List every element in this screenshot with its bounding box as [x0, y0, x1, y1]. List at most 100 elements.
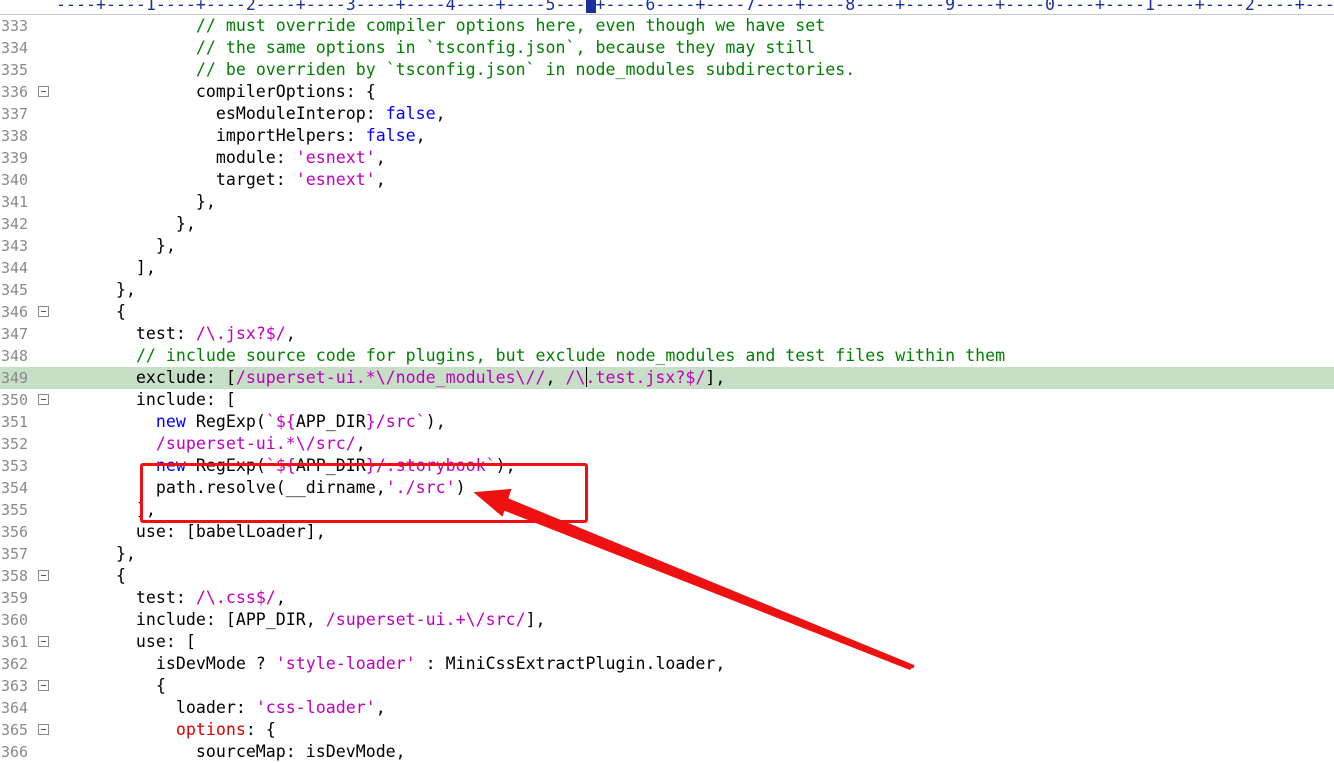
code-text[interactable]: /superset-ui.*\/src/,: [56, 433, 366, 455]
code-text[interactable]: ],: [56, 257, 156, 279]
code-line[interactable]: 346 {: [0, 301, 1334, 323]
code-text[interactable]: use: [: [56, 631, 196, 653]
token-plain: {: [56, 302, 126, 321]
code-line[interactable]: 343 },: [0, 235, 1334, 257]
code-text[interactable]: sourceMap: isDevMode,: [56, 741, 406, 763]
code-line[interactable]: 349 exclude: [/superset-ui.*\/node_modul…: [0, 367, 1334, 389]
token-plain: ,: [545, 368, 566, 387]
token-string: .test.jsx?$/: [585, 368, 706, 387]
fold-toggle-icon[interactable]: [38, 394, 49, 405]
fold-toggle-icon[interactable]: [38, 724, 49, 735]
code-line[interactable]: 365 options: {: [0, 719, 1334, 741]
code-line[interactable]: 337 esModuleInterop: false,: [0, 103, 1334, 125]
code-text[interactable]: exclude: [/superset-ui.*\/node_modules\/…: [56, 367, 725, 389]
code-line[interactable]: 347 test: /\.jsx?$/,: [0, 323, 1334, 345]
line-number: 362: [1, 655, 29, 673]
code-line[interactable]: 335 // be overriden by `tsconfig.json` i…: [0, 59, 1334, 81]
line-number: 343: [1, 237, 29, 255]
code-text[interactable]: },: [56, 279, 136, 301]
fold-toggle-icon[interactable]: [38, 680, 49, 691]
code-text[interactable]: },: [56, 235, 176, 257]
code-text[interactable]: },: [56, 213, 196, 235]
ruler-marks: ----+----1----+----2----+----3----+----4…: [56, 0, 1334, 14]
code-text[interactable]: module: 'esnext',: [56, 147, 386, 169]
code-text[interactable]: },: [56, 191, 216, 213]
fold-toggle-icon[interactable]: [38, 636, 49, 647]
fold-toggle-icon[interactable]: [38, 570, 49, 581]
code-text[interactable]: isDevMode ? 'style-loader' : MiniCssExtr…: [56, 653, 725, 675]
token-string: /superset-ui.+\/src/: [325, 610, 526, 629]
code-line[interactable]: 342 },: [0, 213, 1334, 235]
code-text[interactable]: {: [56, 675, 166, 697]
code-line[interactable]: 341 },: [0, 191, 1334, 213]
code-text[interactable]: },: [56, 543, 136, 565]
fold-toggle-icon[interactable]: [38, 86, 49, 97]
code-text[interactable]: // must override compiler options here, …: [56, 15, 825, 37]
code-line[interactable]: 336 compilerOptions: {: [0, 81, 1334, 103]
code-line[interactable]: 334 // the same options in `tsconfig.jso…: [0, 37, 1334, 59]
line-number: 349: [1, 369, 29, 387]
code-text[interactable]: options: {: [56, 719, 276, 741]
token-plain: exclude: [: [56, 368, 236, 387]
code-text[interactable]: test: /\.css$/,: [56, 587, 286, 609]
token-plain: : MiniCssExtractPlugin.loader,: [415, 654, 726, 673]
code-text[interactable]: compilerOptions: {: [56, 81, 376, 103]
code-line[interactable]: 361 use: [: [0, 631, 1334, 653]
code-line[interactable]: 358 {: [0, 565, 1334, 587]
code-line[interactable]: 360 include: [APP_DIR, /superset-ui.+\/s…: [0, 609, 1334, 631]
code-text[interactable]: use: [babelLoader],: [56, 521, 326, 543]
code-text[interactable]: test: /\.jsx?$/,: [56, 323, 296, 345]
token-plain: },: [56, 544, 136, 563]
token-plain: sourceMap: isDevMode,: [56, 742, 406, 761]
token-string: 'esnext': [295, 170, 376, 189]
token-plain: target:: [56, 170, 296, 189]
code-line[interactable]: 359 test: /\.css$/,: [0, 587, 1334, 609]
token-string: 'style-loader': [275, 654, 416, 673]
code-text[interactable]: include: [APP_DIR, /superset-ui.+\/src/]…: [56, 609, 546, 631]
code-line[interactable]: 339 module: 'esnext',: [0, 147, 1334, 169]
code-line[interactable]: 340 target: 'esnext',: [0, 169, 1334, 191]
token-string: 'esnext': [295, 148, 376, 167]
token-plain: ,: [275, 588, 286, 607]
token-keyword: false: [365, 126, 416, 145]
line-number: 365: [1, 721, 29, 739]
code-text[interactable]: esModuleInterop: false,: [56, 103, 446, 125]
code-line[interactable]: 352 /superset-ui.*\/src/,: [0, 433, 1334, 455]
token-plain: use: [: [56, 632, 196, 651]
line-number: 357: [1, 545, 29, 563]
code-text[interactable]: new RegExp(`${APP_DIR}/src`),: [56, 411, 446, 433]
code-text[interactable]: target: 'esnext',: [56, 169, 386, 191]
token-prop-red: options: [175, 720, 246, 739]
line-number: 360: [1, 611, 29, 629]
code-editor[interactable]: 333 // must override compiler options he…: [0, 15, 1334, 761]
fold-toggle-icon[interactable]: [38, 306, 49, 317]
token-plain: isDevMode ?: [56, 654, 276, 673]
code-line[interactable]: 345 },: [0, 279, 1334, 301]
code-text[interactable]: // be overriden by `tsconfig.json` in no…: [56, 59, 855, 81]
code-line[interactable]: 350 include: [: [0, 389, 1334, 411]
code-line[interactable]: 356 use: [babelLoader],: [0, 521, 1334, 543]
code-text[interactable]: {: [56, 301, 126, 323]
code-line[interactable]: 338 importHelpers: false,: [0, 125, 1334, 147]
code-text[interactable]: // include source code for plugins, but …: [56, 345, 1005, 367]
code-line[interactable]: 363 {: [0, 675, 1334, 697]
code-text[interactable]: loader: 'css-loader',: [56, 697, 386, 719]
code-text[interactable]: importHelpers: false,: [56, 125, 426, 147]
line-number: 358: [1, 567, 29, 585]
code-line[interactable]: 351 new RegExp(`${APP_DIR}/src`),: [0, 411, 1334, 433]
line-number: 336: [1, 83, 29, 101]
code-text[interactable]: // the same options in `tsconfig.json`, …: [56, 37, 815, 59]
code-line[interactable]: 364 loader: 'css-loader',: [0, 697, 1334, 719]
code-line[interactable]: 366 sourceMap: isDevMode,: [0, 741, 1334, 763]
code-text[interactable]: include: [: [56, 389, 236, 411]
code-line[interactable]: 333 // must override compiler options he…: [0, 15, 1334, 37]
code-text[interactable]: {: [56, 565, 126, 587]
token-plain: ),: [425, 412, 446, 431]
code-line[interactable]: 348 // include source code for plugins, …: [0, 345, 1334, 367]
line-number: 341: [1, 193, 29, 211]
code-line[interactable]: 344 ],: [0, 257, 1334, 279]
code-line[interactable]: 362 isDevMode ? 'style-loader' : MiniCss…: [0, 653, 1334, 675]
code-line[interactable]: 357 },: [0, 543, 1334, 565]
